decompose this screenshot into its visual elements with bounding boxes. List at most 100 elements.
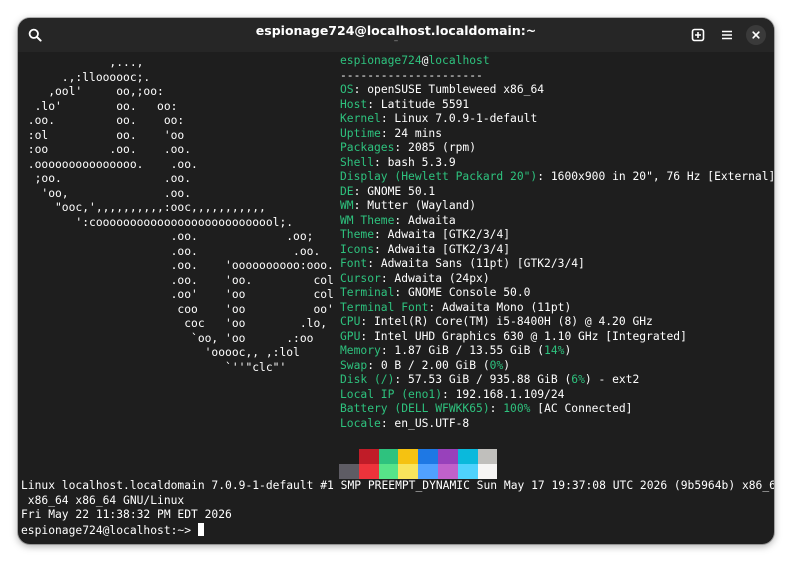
text-cursor xyxy=(197,522,205,536)
logo-line: `''"clc"' xyxy=(21,360,287,374)
palette-swatch xyxy=(457,449,478,464)
info-row-host: Host: Latitude 5591 xyxy=(340,98,774,113)
info-row-terminal-font: Terminal Font: Adwaita Mono (11pt) xyxy=(340,301,774,316)
info-key: DE xyxy=(340,184,354,198)
battery-percent: 100% xyxy=(503,402,531,415)
palette-swatch xyxy=(339,464,359,479)
logo-line: .oo. .oo; xyxy=(21,230,314,243)
date-output-line: Fri May 22 11:38:32 PM EDT 2026 xyxy=(21,508,232,521)
info-row-local-ip: Local IP (eno1): 192.168.1.109/24 xyxy=(340,388,774,403)
info-row-theme: Theme: Adwaita [GTK2/3/4] xyxy=(340,228,774,243)
info-key: Uptime xyxy=(340,126,381,140)
logo-line: ;oo. .oo. xyxy=(21,172,192,185)
info-value: : Adwaita [GTK2/3/4] xyxy=(374,228,511,241)
uname-output-line: Linux localhost.localdomain 7.0.9-1-defa… xyxy=(21,479,774,492)
logo-line: coo 'oo oo' xyxy=(21,302,334,316)
shell-prompt: espionage724@localhost:~> xyxy=(21,523,198,537)
logo-line: ,..., xyxy=(21,56,144,69)
info-value: : Latitude 5591 xyxy=(367,97,470,111)
info-key: Font xyxy=(340,257,368,270)
info-value: : Linux 7.0.9-1-default xyxy=(380,112,538,125)
info-host: localhost xyxy=(428,54,490,67)
info-value: : en_US.UTF-8 xyxy=(380,416,470,430)
info-value: : Adwaita Sans (11pt) [GTK2/3/4] xyxy=(367,257,585,270)
close-button[interactable] xyxy=(746,25,766,45)
info-row-battery: Battery (DELL WFWKK65): 100% [AC Connect… xyxy=(340,402,774,417)
info-value: : GNOME 50.1 xyxy=(353,184,436,198)
palette-swatch xyxy=(378,464,399,479)
terminal-window: espionage724@localhost.localdomain:~ – ,… xyxy=(18,18,774,544)
info-key: Host xyxy=(340,97,368,111)
info-key: Local IP (eno1) xyxy=(340,387,443,401)
info-key: WM xyxy=(340,199,354,212)
info-value: : openSUSE Tumbleweed x86_64 xyxy=(353,83,545,96)
info-key: Swap xyxy=(340,358,368,372)
logo-line: .oo. 'oooooooooo:ooo. xyxy=(21,259,334,272)
info-value-end: ) - ext2 xyxy=(584,373,640,386)
info-key: GPU xyxy=(340,329,361,343)
palette-swatch xyxy=(437,464,458,479)
info-row-display: Display (Hewlett Packard 20"): 1600x900 … xyxy=(340,170,774,185)
info-row-swap: Swap: 0 B / 2.00 GiB (0%) xyxy=(340,359,774,374)
main-menu-button[interactable] xyxy=(716,24,738,46)
info-key: Cursor xyxy=(340,271,381,285)
logo-line: coc 'oo .lo, xyxy=(21,317,328,330)
info-row-shell: Shell: bash 5.3.9 xyxy=(340,156,774,171)
info-value: : Adwaita [GTK2/3/4] xyxy=(374,242,511,256)
info-key: Shell xyxy=(340,155,375,169)
color-palette xyxy=(339,449,498,479)
logo-line: 'ooooc,, ,:lol xyxy=(21,346,300,359)
info-key: Display (Hewlett Packard 20") xyxy=(340,170,538,183)
info-value: : Adwaita xyxy=(394,213,456,227)
info-key: Icons xyxy=(340,242,375,256)
info-key: Memory xyxy=(340,344,381,357)
palette-row-bright xyxy=(339,464,498,479)
palette-swatch xyxy=(477,449,498,464)
palette-swatch xyxy=(358,449,379,464)
info-row-disk: Disk (/): 57.53 GiB / 935.88 GiB (6%) - … xyxy=(340,373,774,388)
info-value: : 24 mins xyxy=(380,126,443,140)
terminal-output[interactable]: Linux localhost.localdomain 7.0.9-1-defa… xyxy=(21,479,774,538)
logo-line: .ooooooooooooooo. .oo. xyxy=(21,157,198,171)
info-value-end: [AC Connected] xyxy=(530,402,633,415)
info-row-cpu: CPU: Intel(R) Core(TM) i5-8400H (8) @ 4.… xyxy=(340,315,774,330)
info-value: : GNOME Console 50.0 xyxy=(394,286,531,299)
info-value-end: ) xyxy=(564,344,572,357)
logo-line: .oo. 'oo. col xyxy=(21,273,334,287)
info-value: : Intel(R) Core(TM) i5-8400H (8) @ 4.20 … xyxy=(360,315,653,328)
distro-ascii-logo: ,..., .,:lloooooc;. ,ool' oo,;oo: .lo' o… xyxy=(21,56,334,375)
info-header: espionage724@localhost xyxy=(340,54,774,69)
info-row-memory: Memory: 1.87 GiB / 13.55 GiB (14%) xyxy=(340,344,774,359)
palette-swatch xyxy=(418,449,438,464)
info-row-wm-theme: WM Theme: Adwaita xyxy=(340,214,774,229)
info-value: : Adwaita (24px) xyxy=(380,271,490,285)
palette-swatch xyxy=(437,449,458,464)
palette-row-normal xyxy=(339,449,498,464)
info-row-de: DE: GNOME 50.1 xyxy=(340,185,774,200)
logo-line: :oo .oo. .oo. xyxy=(21,143,192,156)
info-row-gpu: GPU: Intel UHD Graphics 630 @ 1.10 GHz [… xyxy=(340,330,774,345)
info-value: : Intel UHD Graphics 630 @ 1.10 GHz [Int… xyxy=(360,329,687,343)
info-value: : 192.168.1.109/24 xyxy=(442,387,565,401)
info-key: Battery (DELL WFWKK65) xyxy=(340,402,490,415)
new-tab-button[interactable] xyxy=(687,24,709,46)
swap-percent: 0% xyxy=(489,358,504,372)
info-key: WM Theme xyxy=(340,213,395,227)
info-row-os: OS: openSUSE Tumbleweed x86_64 xyxy=(340,83,774,98)
prompt-line[interactable]: espionage724@localhost:~> xyxy=(21,522,774,539)
logo-line: `oo, 'oo .:oo xyxy=(21,331,314,345)
info-value: : bash 5.3.9 xyxy=(374,155,456,169)
info-row-uptime: Uptime: 24 mins xyxy=(340,127,774,142)
info-row-cursor: Cursor: Adwaita (24px) xyxy=(340,272,774,287)
info-value: : 2085 (rpm) xyxy=(394,141,477,154)
logo-line: 'oo, .oo. xyxy=(21,186,192,200)
info-row-wm: WM: Mutter (Wayland) xyxy=(340,199,774,214)
hamburger-menu-icon xyxy=(722,30,732,40)
palette-swatch xyxy=(398,464,419,479)
info-row-kernel: Kernel: Linux 7.0.9-1-default xyxy=(340,112,774,127)
info-key: OS xyxy=(340,83,354,96)
memory-percent: 14% xyxy=(544,344,565,357)
info-row-terminal: Terminal: GNOME Console 50.0 xyxy=(340,286,774,301)
info-value-end: ) xyxy=(503,358,511,372)
info-user: espionage724 xyxy=(340,54,422,67)
